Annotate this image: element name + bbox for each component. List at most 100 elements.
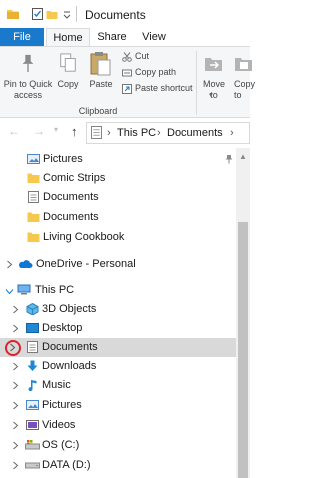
folder-icon bbox=[27, 212, 40, 222]
chevron-right-icon[interactable] bbox=[11, 380, 20, 391]
chevron-down-icon[interactable] bbox=[4, 287, 15, 296]
pin-to-quick-access-button[interactable]: Pin to Quick access bbox=[2, 49, 54, 103]
paste-shortcut-label: Paste shortcut bbox=[135, 83, 193, 93]
tree-item-label: OS (C:) bbox=[42, 439, 80, 451]
tree-item-label: This PC bbox=[35, 284, 75, 296]
tree-item-data-drive[interactable]: DATA (D:) bbox=[0, 456, 236, 475]
desktop-icon bbox=[26, 323, 39, 333]
window-title: Documents bbox=[85, 8, 146, 22]
customize-toolbar-chevron-icon[interactable] bbox=[62, 7, 72, 21]
tree-item-3d-objects[interactable]: 3D Objects bbox=[0, 300, 236, 319]
new-folder-icon[interactable] bbox=[46, 7, 58, 21]
tree-item-comic-strips[interactable]: Comic Strips bbox=[0, 169, 236, 188]
copy-to-label: Copy to bbox=[234, 79, 256, 100]
tab-home[interactable]: Home bbox=[46, 28, 90, 47]
paste-label: Paste bbox=[89, 79, 113, 89]
tree-item-downloads[interactable]: Downloads bbox=[0, 357, 236, 376]
tree-item-label: DATA (D:) bbox=[42, 459, 91, 471]
forward-arrow-icon[interactable]: → bbox=[33, 124, 45, 138]
paste-button[interactable]: Paste bbox=[85, 49, 117, 103]
tree-item-label: Music bbox=[42, 379, 71, 391]
pin-icon[interactable] bbox=[224, 154, 234, 164]
tab-file[interactable]: File bbox=[0, 28, 44, 46]
cut-label: Cut bbox=[135, 51, 150, 61]
tree-item-documents-selected[interactable]: Documents bbox=[0, 338, 236, 357]
chevron-right-icon[interactable] bbox=[11, 304, 20, 315]
chevron-right-icon[interactable] bbox=[11, 323, 20, 334]
tree-item-documents-quick[interactable]: Documents bbox=[0, 188, 236, 207]
tree-item-label: Comic Strips bbox=[43, 172, 106, 184]
move-to-dropdown-icon: ▾ bbox=[209, 92, 213, 99]
move-to-label: Move to bbox=[202, 79, 225, 100]
tree-item-label: Documents bbox=[43, 191, 99, 203]
scissors-icon bbox=[122, 52, 132, 62]
tree-item-label: Documents bbox=[43, 211, 99, 223]
chevron-right-icon[interactable] bbox=[11, 361, 20, 372]
chevron-right-icon[interactable] bbox=[11, 420, 20, 431]
music-note-icon bbox=[28, 380, 37, 391]
pictures-icon bbox=[27, 154, 40, 164]
tree-item-desktop[interactable]: Desktop bbox=[0, 319, 236, 338]
recent-locations-chevron-icon[interactable]: ▾ bbox=[54, 125, 58, 139]
tree-item-onedrive[interactable]: OneDrive - Personal bbox=[0, 255, 236, 274]
drive-icon bbox=[25, 462, 40, 469]
copy-path-label: Copy path bbox=[135, 67, 177, 77]
tree-item-pictures-pc[interactable]: Pictures bbox=[0, 396, 236, 415]
move-to-button[interactable]: Move to ▾ bbox=[200, 49, 228, 103]
chevron-right-icon[interactable] bbox=[5, 259, 14, 270]
copy-icon bbox=[60, 53, 76, 72]
scroll-up-icon[interactable]: ▲ bbox=[239, 152, 247, 161]
breadcrumb-separator-icon[interactable]: › bbox=[230, 127, 234, 139]
scrollbar-thumb[interactable] bbox=[238, 222, 248, 478]
tree-item-living-cookbook[interactable]: Living Cookbook bbox=[0, 228, 236, 247]
move-to-icon bbox=[205, 58, 222, 71]
tab-share[interactable]: Share bbox=[90, 28, 134, 46]
copy-to-button[interactable]: Copy to bbox=[232, 49, 256, 103]
tree-item-videos[interactable]: Videos bbox=[0, 416, 236, 435]
clipboard-group-label: Clipboard bbox=[78, 106, 118, 116]
videos-icon bbox=[26, 420, 39, 430]
ribbon-home: Pin to Quick access Copy Paste Cut Copy … bbox=[0, 46, 255, 118]
breadcrumb-separator-icon[interactable]: › bbox=[157, 127, 161, 139]
back-arrow-icon[interactable]: ← bbox=[8, 124, 20, 138]
copy-to-icon bbox=[235, 58, 252, 71]
system-drive-icon bbox=[25, 440, 40, 450]
tree-item-music[interactable]: Music bbox=[0, 376, 236, 395]
tree-item-documents-folder[interactable]: Documents bbox=[0, 208, 236, 227]
tree-item-label: 3D Objects bbox=[42, 303, 97, 315]
tab-view[interactable]: View bbox=[134, 28, 174, 46]
tree-item-pictures[interactable]: Pictures bbox=[0, 150, 236, 169]
vertical-scrollbar[interactable]: ▲ bbox=[236, 148, 250, 478]
pictures-icon bbox=[26, 400, 39, 410]
tree-item-label: Living Cookbook bbox=[43, 231, 125, 243]
download-arrow-icon bbox=[27, 360, 38, 371]
breadcrumb-this-pc[interactable]: This PC bbox=[117, 127, 156, 139]
documents-icon bbox=[28, 191, 39, 203]
up-arrow-icon[interactable]: ↑ bbox=[71, 124, 78, 139]
3d-objects-icon bbox=[26, 303, 39, 315]
folder-icon bbox=[27, 173, 40, 183]
tree-item-label: Desktop bbox=[42, 322, 83, 334]
highlight-circle bbox=[5, 340, 21, 356]
tree-item-label: Documents bbox=[42, 341, 98, 353]
paste-icon bbox=[90, 52, 111, 76]
properties-icon[interactable] bbox=[32, 7, 43, 21]
tree-item-label: Videos bbox=[42, 419, 76, 431]
ribbon-group-separator bbox=[196, 51, 197, 115]
tree-item-this-pc[interactable]: This PC bbox=[0, 281, 236, 300]
copy-button[interactable]: Copy bbox=[55, 49, 81, 103]
tree-item-os-drive[interactable]: OS (C:) bbox=[0, 436, 236, 455]
tree-item-label: Pictures bbox=[43, 153, 83, 165]
chevron-right-icon[interactable] bbox=[11, 440, 20, 451]
breadcrumb-documents[interactable]: Documents bbox=[167, 127, 223, 139]
chevron-right-icon[interactable] bbox=[11, 400, 20, 411]
chevron-right-icon[interactable] bbox=[11, 460, 20, 471]
breadcrumb-separator-icon[interactable]: › bbox=[107, 127, 111, 139]
pin-label: Pin to Quick access bbox=[3, 79, 53, 100]
paste-shortcut-icon bbox=[122, 84, 132, 94]
address-bar[interactable]: › This PC › Documents › bbox=[86, 122, 250, 144]
navigation-bar: ← → ▾ ↑ › This PC › Documents › bbox=[0, 118, 250, 148]
title-bar: Documents bbox=[0, 0, 250, 28]
onedrive-cloud-icon bbox=[19, 260, 33, 268]
tree-item-label: Downloads bbox=[42, 360, 97, 372]
